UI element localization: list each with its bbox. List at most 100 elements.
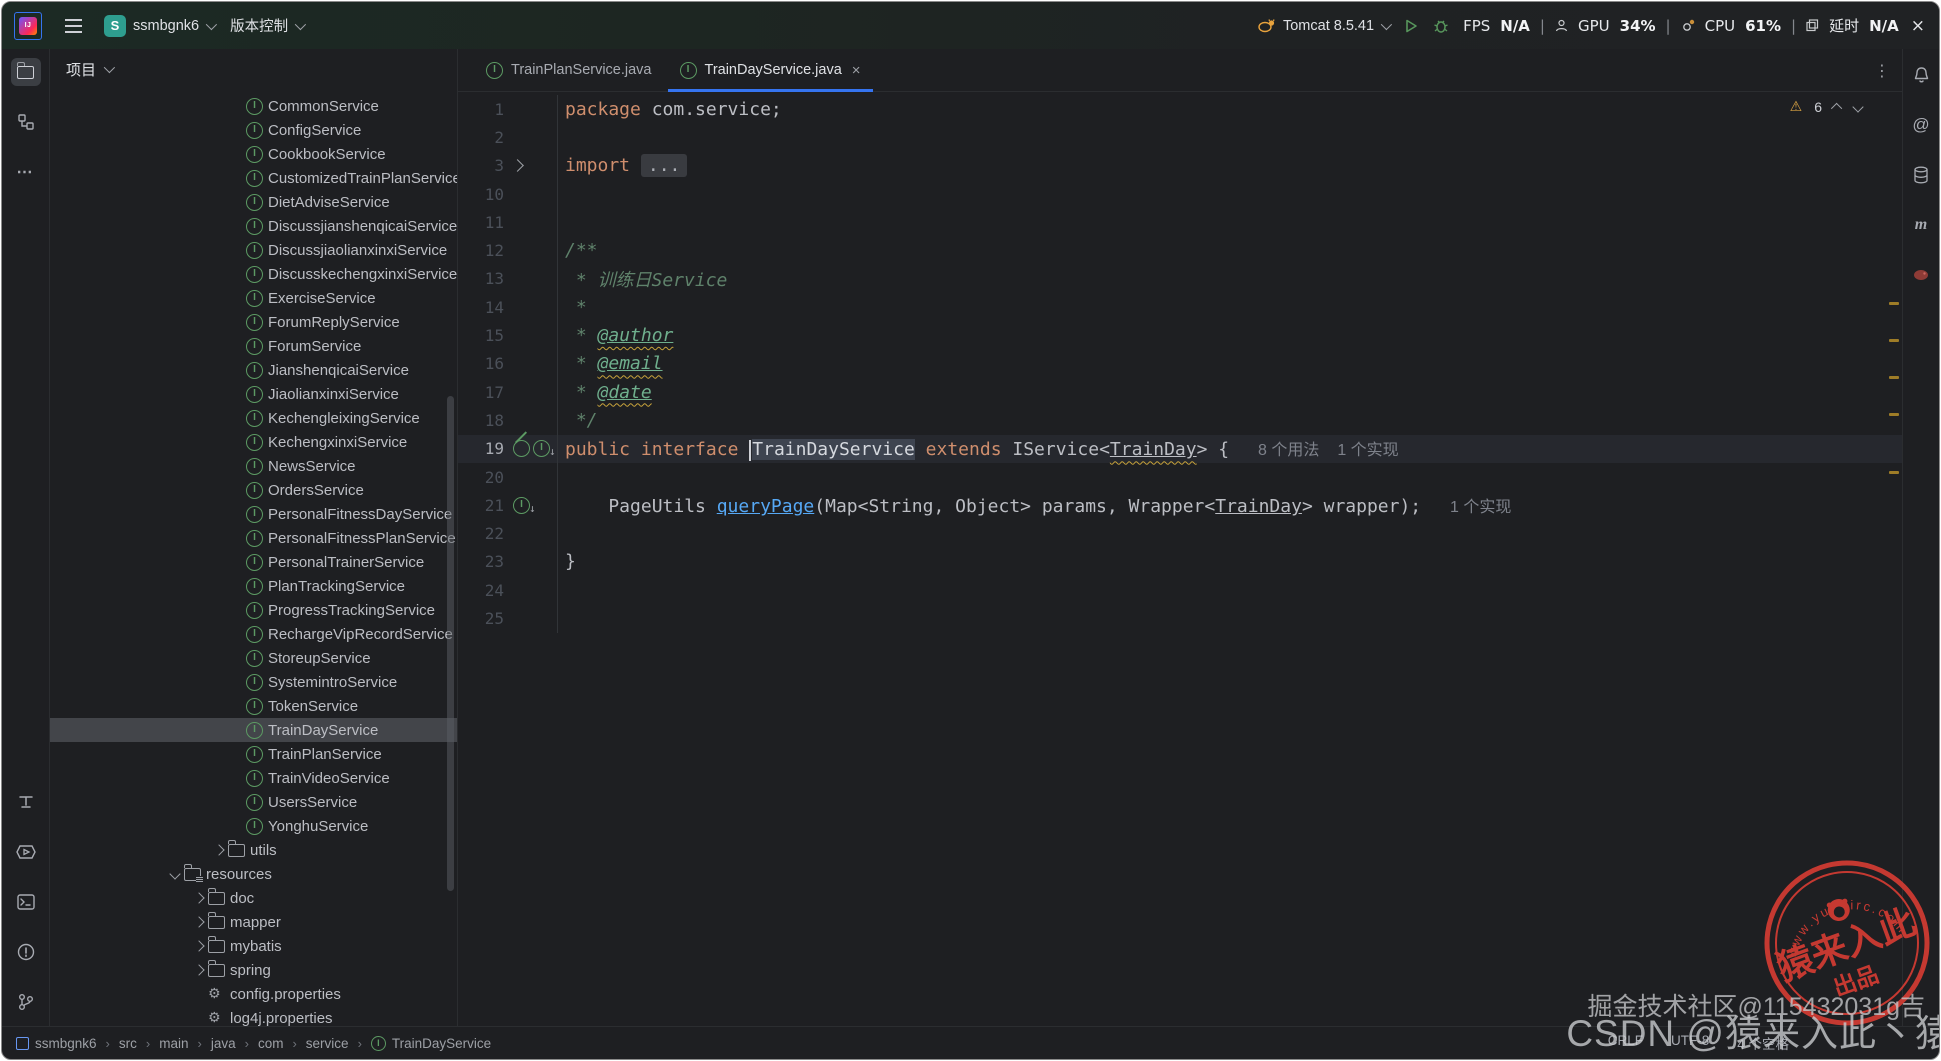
tree-item-discussjianshenqicaiservice[interactable]: DiscussjianshenqicaiService xyxy=(50,214,457,238)
tree-item-jiaolianxinxiservice[interactable]: JiaolianxinxiService xyxy=(50,382,457,406)
inlay-hint[interactable]: 1 个实现 xyxy=(1337,442,1398,459)
tree-item-forumreplyservice[interactable]: ForumReplyService xyxy=(50,310,457,334)
notifications-button[interactable] xyxy=(1906,61,1936,89)
tree-item-trainplanservice[interactable]: TrainPlanService xyxy=(50,742,457,766)
error-stripe-mark[interactable] xyxy=(1889,471,1899,474)
tree-item-systemintroservice[interactable]: SystemintroService xyxy=(50,670,457,694)
breadcrumb-item-service[interactable]: service xyxy=(306,1036,349,1051)
tree-item-mapper[interactable]: mapper xyxy=(50,910,457,934)
line-number: 16 xyxy=(458,354,504,373)
tree-item-personaltrainerservice[interactable]: PersonalTrainerService xyxy=(50,550,457,574)
breadcrumb-item-java[interactable]: java xyxy=(211,1036,236,1051)
implemented-marker-icon[interactable]: ↓ xyxy=(533,440,556,457)
tree-item-yonghuservice[interactable]: YonghuService xyxy=(50,814,457,838)
inlay-hint[interactable]: 1 个实现 xyxy=(1450,499,1511,516)
breadcrumb-item-traindayservice[interactable]: TrainDayService xyxy=(371,1036,491,1051)
tree-item-commonservice[interactable]: CommonService xyxy=(50,94,457,118)
tab-trainplanservice[interactable]: TrainPlanService.java xyxy=(472,49,666,91)
main-menu-button[interactable] xyxy=(58,12,88,40)
ai-assistant-button[interactable]: @ xyxy=(1906,111,1936,139)
tree-caret-icon[interactable] xyxy=(190,942,208,950)
tree-item-configservice[interactable]: ConfigService xyxy=(50,118,457,142)
debug-button[interactable] xyxy=(1433,18,1449,34)
gradle-button[interactable] xyxy=(1906,261,1936,289)
tree-item-jianshenqicaiservice[interactable]: JianshenqicaiService xyxy=(50,358,457,382)
tree-item-dietadviseservice[interactable]: DietAdviseService xyxy=(50,190,457,214)
tree-item-discussjiaolianxinxiservice[interactable]: DiscussjiaolianxinxiService xyxy=(50,238,457,262)
tree-item-mybatis[interactable]: mybatis xyxy=(50,934,457,958)
tab-options-kebab-icon[interactable]: ⋮ xyxy=(1874,61,1890,80)
services-tool-button[interactable] xyxy=(11,838,41,866)
tab-traindayservice[interactable]: TrainDayService.java × xyxy=(666,49,875,91)
tree-item-progresstrackingservice[interactable]: ProgressTrackingService xyxy=(50,598,457,622)
tree-item-rechargeviprecordservice[interactable]: RechargeVipRecordService xyxy=(50,622,457,646)
tree-item-log4j.properties[interactable]: ⚙log4j.properties xyxy=(50,1006,457,1026)
tree-item-customizedtrainplanservice[interactable]: CustomizedTrainPlanService xyxy=(50,166,457,190)
project-panel-header[interactable]: 项目 xyxy=(50,49,457,89)
commit-tool-button[interactable] xyxy=(11,788,41,816)
tree-item-trainvideoservice[interactable]: TrainVideoService xyxy=(50,766,457,790)
tree-caret-icon[interactable] xyxy=(210,846,228,854)
tree-caret-icon[interactable] xyxy=(190,918,208,926)
tree-item-forumservice[interactable]: ForumService xyxy=(50,334,457,358)
error-stripe-mark[interactable] xyxy=(1889,413,1899,416)
tree-item-doc[interactable]: doc xyxy=(50,886,457,910)
tree-item-ordersservice[interactable]: OrdersService xyxy=(50,478,457,502)
tree-item-kechengleixingservice[interactable]: KechengleixingService xyxy=(50,406,457,430)
code-line-15: 15 * @author xyxy=(458,321,1902,349)
code-text: /** xyxy=(558,240,598,261)
error-stripe-mark[interactable] xyxy=(1889,302,1899,305)
tree-item-spring[interactable]: spring xyxy=(50,958,457,982)
run-config-widget[interactable]: Tomcat 8.5.41 xyxy=(1258,18,1389,34)
code-editor[interactable]: 1package com.service;23import ...101112/… xyxy=(458,92,1902,1026)
tree-item-discusskechengxinxiservice[interactable]: DiscusskechengxinxiService xyxy=(50,262,457,286)
tree-item-tokenservice[interactable]: TokenService xyxy=(50,694,457,718)
breadcrumb-item-main[interactable]: main xyxy=(159,1036,188,1051)
prev-issue-icon[interactable] xyxy=(1831,103,1842,114)
implemented-marker-icon[interactable]: ↓ xyxy=(513,497,536,514)
structure-tool-button[interactable] xyxy=(11,108,41,136)
breadcrumb-item-com[interactable]: com xyxy=(258,1036,284,1051)
error-stripe-mark[interactable] xyxy=(1889,339,1899,342)
run-button[interactable] xyxy=(1403,18,1419,34)
database-button[interactable] xyxy=(1906,161,1936,189)
close-tab-icon[interactable]: × xyxy=(852,62,861,79)
tree-item-plantrackingservice[interactable]: PlanTrackingService xyxy=(50,574,457,598)
tree-item-storeupservice[interactable]: StoreupService xyxy=(50,646,457,670)
tree-caret-icon[interactable] xyxy=(190,966,208,974)
warning-count: 6 xyxy=(1814,99,1822,115)
tree-item-config.properties[interactable]: ⚙config.properties xyxy=(50,982,457,1006)
tree-item-traindayservice[interactable]: TrainDayService xyxy=(50,718,457,742)
tree-item-personalfitnessplanservice[interactable]: PersonalFitnessPlanService xyxy=(50,526,457,550)
tree-item-usersservice[interactable]: UsersService xyxy=(50,790,457,814)
project-tool-button[interactable] xyxy=(11,58,41,86)
project-widget[interactable]: S ssmbgnk6 xyxy=(104,15,214,37)
window-close-icon[interactable]: × xyxy=(1911,16,1925,36)
next-issue-icon[interactable] xyxy=(1852,101,1863,112)
tree-caret-icon[interactable] xyxy=(190,894,208,902)
maven-button[interactable]: m xyxy=(1906,211,1936,239)
inspection-widget[interactable]: ⚠ 6 xyxy=(1790,99,1862,115)
breadcrumb-item-src[interactable]: src xyxy=(119,1036,137,1051)
tree-item-exerciseservice[interactable]: ExerciseService xyxy=(50,286,457,310)
vcs-widget[interactable]: 版本控制 xyxy=(230,15,303,36)
problems-tool-button[interactable] xyxy=(11,938,41,966)
tree-item-utils[interactable]: utils xyxy=(50,838,457,862)
terminal-tool-button[interactable] xyxy=(11,888,41,916)
code-line-12: 12/** xyxy=(458,236,1902,264)
tree-item-newsservice[interactable]: NewsService xyxy=(50,454,457,478)
no-instance-icon[interactable] xyxy=(513,440,530,457)
error-stripe-mark[interactable] xyxy=(1889,376,1899,379)
tree-item-kechengxinxiservice[interactable]: KechengxinxiService xyxy=(50,430,457,454)
git-tool-button[interactable] xyxy=(11,988,41,1016)
tree-item-resources[interactable]: resources xyxy=(50,862,457,886)
gutter xyxy=(504,236,558,264)
tree-item-cookbookservice[interactable]: CookbookService xyxy=(50,142,457,166)
more-tools-button[interactable]: ⋯ xyxy=(11,158,41,186)
tree-caret-icon[interactable] xyxy=(166,870,184,878)
inlay-hint[interactable]: 8 个用法 xyxy=(1258,442,1319,459)
tree-scrollbar[interactable] xyxy=(447,396,454,891)
fold-chevron-icon[interactable] xyxy=(511,159,524,172)
tree-item-personalfitnessdayservice[interactable]: PersonalFitnessDayService xyxy=(50,502,457,526)
breadcrumb-item-ssmbgnk6[interactable]: ssmbgnk6 xyxy=(16,1036,97,1051)
